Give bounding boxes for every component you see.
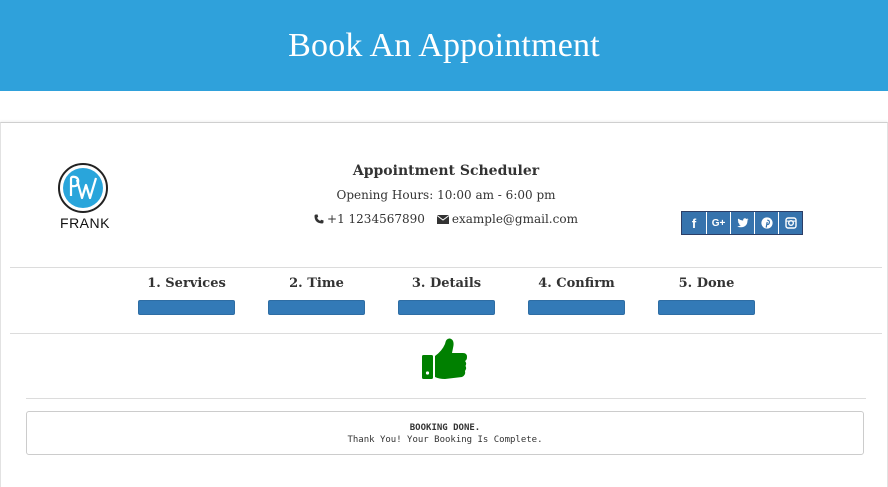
result-message: Thank You! Your Booking Is Complete. [347,435,543,445]
envelope-icon [436,214,449,224]
step-services[interactable]: 1. Services [138,276,235,315]
step-time[interactable]: 2. Time [268,276,365,315]
divider [26,398,866,399]
phone-item[interactable]: +1 1234567890 [314,212,425,226]
step-progress-bar [138,300,235,315]
google-plus-icon[interactable]: G+ [706,212,730,234]
phone-number: +1 1234567890 [327,212,425,226]
logo-circle [58,163,108,213]
step-label: 2. Time [289,276,344,291]
step-label: 5. Done [678,276,735,291]
business-info: Appointment Scheduler Opening Hours: 10:… [296,163,596,226]
twitter-icon[interactable] [730,212,754,234]
company-logo[interactable]: FRANK [57,163,113,231]
facebook-icon[interactable]: f [682,212,706,234]
step-progress-bar [398,300,495,315]
step-confirm[interactable]: 4. Confirm [528,276,625,315]
step-progress-bar [268,300,365,315]
contact-line: +1 1234567890 example@gmail.com [296,212,596,226]
booking-card: FRANK Appointment Scheduler Opening Hour… [0,122,888,487]
booking-done-panel: BOOKING DONE. Thank You! Your Booking Is… [26,411,864,455]
email-item[interactable]: example@gmail.com [436,212,578,226]
opening-hours: Opening Hours: 10:00 am - 6:00 pm [336,188,556,202]
social-links: f G+ [681,211,803,235]
step-done[interactable]: 5. Done [658,276,755,315]
booking-steps: 1. Services 2. Time 3. Details 4. Confir… [138,276,755,315]
pw-logo-icon [63,168,103,208]
step-label: 3. Details [411,276,482,291]
step-details[interactable]: 3. Details [398,276,495,315]
pinterest-icon[interactable] [754,212,778,234]
step-label: 4. Confirm [538,276,615,291]
business-title: Appointment Scheduler [352,163,540,179]
logo-text: FRANK [60,215,110,231]
phone-icon [314,214,324,224]
step-progress-bar [658,300,755,315]
divider [10,267,882,268]
divider [10,333,882,334]
step-progress-bar [528,300,625,315]
instagram-icon[interactable] [778,212,802,234]
result-heading: BOOKING DONE. [409,423,481,433]
header-banner: Book An Appointment [0,0,888,91]
thumbs-up-icon [422,338,467,379]
page-title: Book An Appointment [288,26,600,64]
step-label: 1. Services [147,276,226,291]
email-address: example@gmail.com [451,212,578,226]
